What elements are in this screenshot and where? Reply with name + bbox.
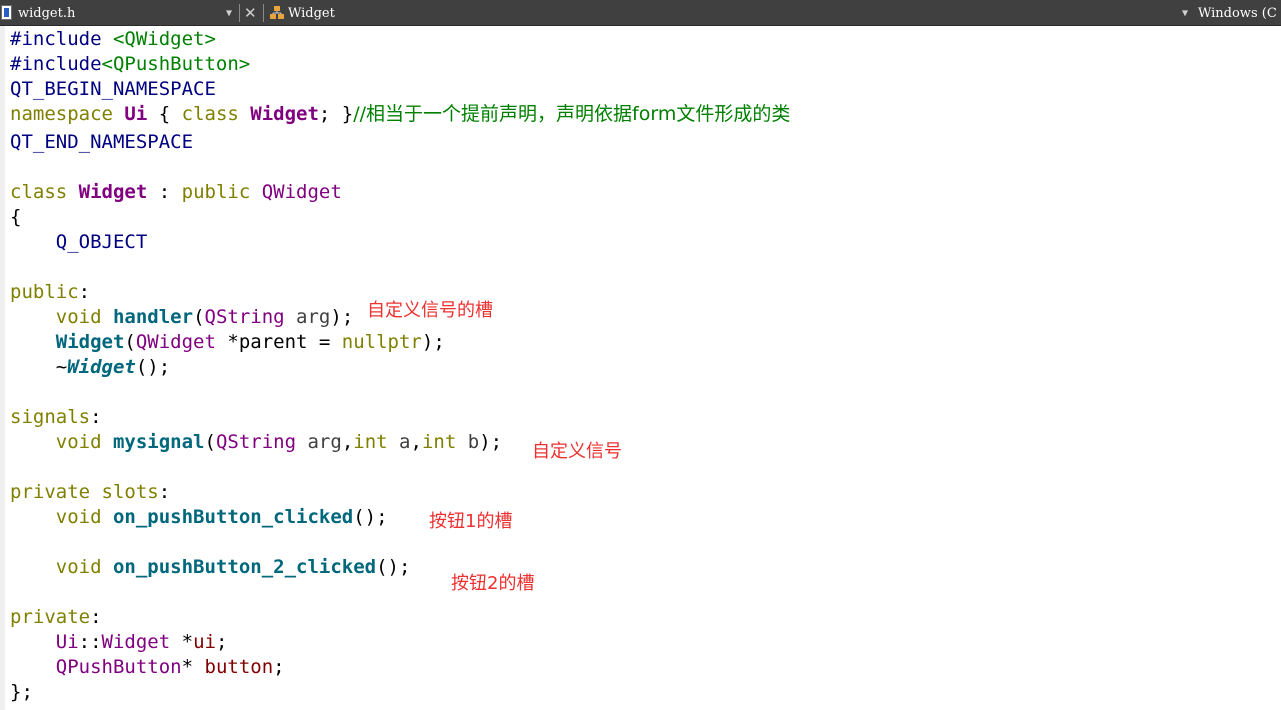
code-line: void mysignal(QString arg,int a,int b); bbox=[55, 431, 503, 453]
file-name: widget.h bbox=[18, 5, 76, 21]
platform-label: Windows (C bbox=[1198, 5, 1277, 21]
button1-annotation: 按钮1的槽 bbox=[429, 511, 513, 532]
code-comment: //相当于一个提前声明，声明依据form文件形成的类 bbox=[353, 103, 791, 125]
close-icon: ✕ bbox=[244, 4, 257, 22]
toolbar-separator bbox=[239, 4, 240, 22]
file-selector[interactable]: widget.h bbox=[18, 0, 75, 26]
platform-dropdown-button[interactable]: ▼ bbox=[1182, 0, 1188, 26]
header-file-icon bbox=[1, 5, 12, 20]
code-line: void handler(QString arg); bbox=[55, 306, 354, 328]
code-line: Widget(QWidget *parent = nullptr); bbox=[55, 331, 445, 353]
code-line: Q_OBJECT bbox=[55, 231, 148, 253]
code-line: QPushButton* button; bbox=[55, 656, 285, 678]
code-line: private: bbox=[10, 606, 102, 628]
handler-annotation: 自定义信号的槽 bbox=[367, 300, 493, 321]
code-line: ~Widget(); bbox=[10, 356, 171, 378]
code-line: signals: bbox=[10, 406, 102, 428]
code-line: }; bbox=[10, 681, 33, 703]
editor-gutter bbox=[0, 26, 5, 710]
code-line: namespace Ui { class Widget; }//相当于一个提前声… bbox=[10, 103, 791, 125]
code-line: class Widget : public QWidget bbox=[10, 181, 342, 203]
editor-toolbar: widget.h ▼ ✕ Widget ▼ Windows (C bbox=[0, 0, 1281, 26]
toolbar-separator bbox=[263, 4, 264, 22]
code-line: { bbox=[10, 206, 22, 228]
code-line: QT_END_NAMESPACE bbox=[10, 131, 194, 153]
code-line: public: bbox=[10, 281, 91, 303]
code-line: #include <QWidget> bbox=[10, 28, 216, 50]
code-line: void on_pushButton_clicked(); bbox=[55, 506, 388, 528]
code-line: void on_pushButton_2_clicked(); bbox=[55, 556, 411, 578]
code-line: #include<QPushButton> bbox=[10, 53, 251, 75]
file-dropdown-button[interactable]: ▼ bbox=[226, 0, 232, 26]
symbol-selector[interactable]: Widget bbox=[288, 0, 335, 26]
class-icon bbox=[270, 6, 284, 19]
dropdown-caret-icon: ▼ bbox=[1182, 7, 1189, 19]
code-line: QT_BEGIN_NAMESPACE bbox=[10, 78, 216, 100]
signal-annotation: 自定义信号 bbox=[532, 441, 622, 462]
code-line: Ui::Widget *ui; bbox=[55, 631, 228, 653]
class-name: Widget bbox=[288, 5, 335, 21]
platform-selector[interactable]: Windows (C bbox=[1198, 0, 1277, 26]
code-editor[interactable]: #include <QWidget> #include<QPushButton>… bbox=[0, 26, 1281, 710]
code-line: private slots: bbox=[10, 481, 171, 503]
close-document-button[interactable]: ✕ bbox=[244, 0, 257, 26]
button2-annotation: 按钮2的槽 bbox=[451, 573, 535, 594]
dropdown-caret-icon: ▼ bbox=[226, 7, 233, 19]
